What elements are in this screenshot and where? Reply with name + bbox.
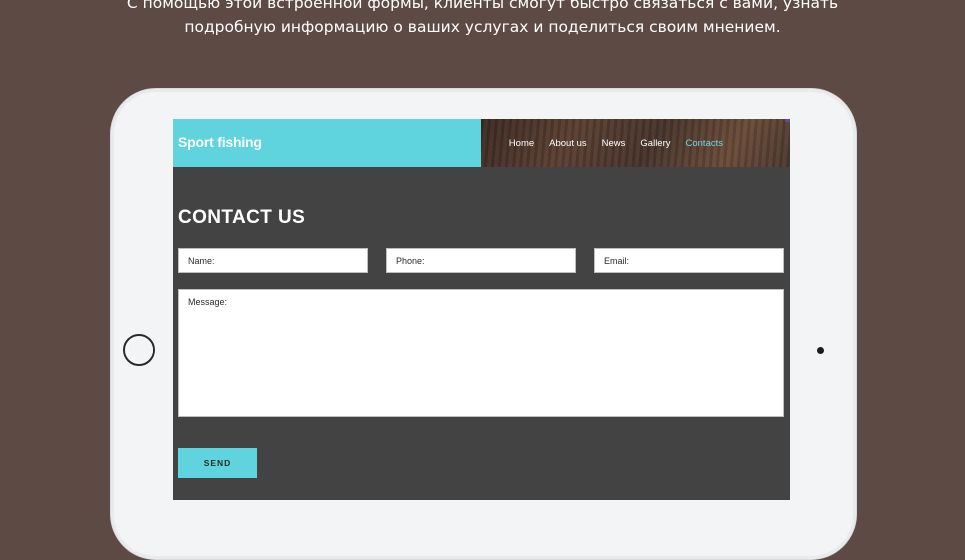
phone-field[interactable]: Phone: [386,248,576,273]
phone-placeholder: Phone: [396,256,425,266]
camera-icon [817,347,824,354]
message-placeholder: Message: [188,297,228,307]
nav-item-contacts[interactable]: Contacts [686,138,724,149]
home-button-icon [123,334,155,366]
page-title: CONTACT US [178,207,306,228]
name-field[interactable]: Name: [178,248,368,273]
email-placeholder: Email: [604,256,630,266]
name-placeholder: Name: [188,256,215,266]
intro-line-1: С помощью этой встроенной формы, клиенты… [126,0,839,12]
nav-item-about-us[interactable]: About us [549,138,587,149]
nav-menu: Home About us News Gallery Contacts [509,138,723,149]
nav-item-home[interactable]: Home [509,138,534,149]
nav-bar: Home About us News Gallery Contacts [481,119,790,167]
site-header: Sport fishing Home About us News Gallery… [173,119,790,167]
intro-text: С помощью этой встроенной формы, клиенты… [0,0,965,39]
send-button[interactable]: SEND [178,448,257,478]
tablet-screen: Sport fishing Home About us News Gallery… [173,119,790,500]
nav-item-gallery[interactable]: Gallery [640,138,670,149]
site-logo-text[interactable]: Sport fishing [178,134,262,150]
email-field[interactable]: Email: [594,248,784,273]
nav-corner-accent [785,119,790,122]
intro-line-2: подробную информацию о ваших услугах и п… [184,18,781,36]
brand-block: Sport fishing [173,119,481,167]
nav-item-news[interactable]: News [602,138,626,149]
message-field[interactable]: Message: [178,289,784,417]
